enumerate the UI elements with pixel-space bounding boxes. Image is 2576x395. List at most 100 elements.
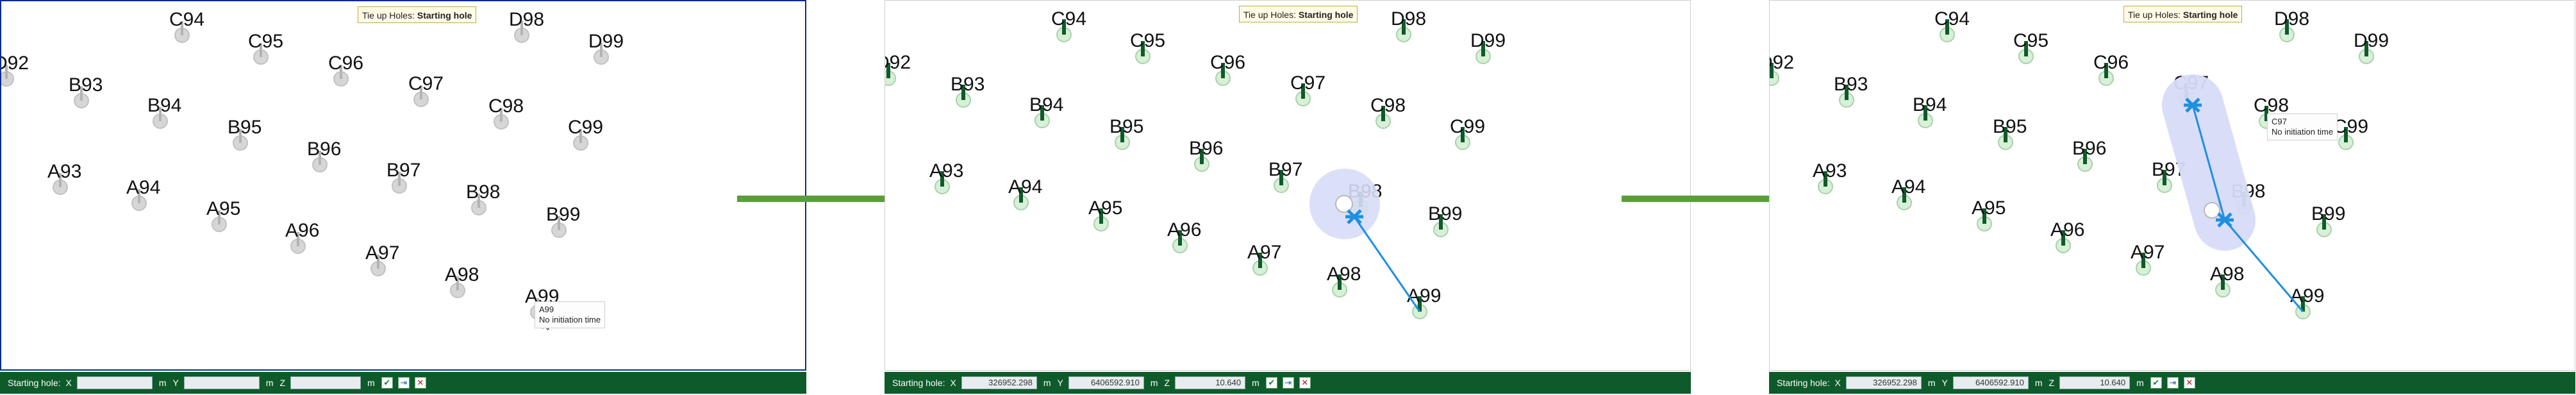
blast-hole[interactable]: A96 — [285, 220, 319, 254]
blast-hole[interactable]: A97 — [365, 242, 399, 276]
blast-hole[interactable]: C98 — [488, 96, 524, 130]
z-field[interactable] — [290, 376, 361, 389]
banner-prefix: Tie up Holes: — [2128, 10, 2181, 20]
blast-hole[interactable]: C99 — [2333, 116, 2368, 150]
blast-hole[interactable]: B96 — [1189, 138, 1223, 172]
blast-hole[interactable]: A95 — [1088, 198, 1122, 231]
blast-hole[interactable]: D98 — [2274, 8, 2309, 42]
x-field[interactable]: 326952.298 — [1845, 376, 1922, 389]
cancel-button[interactable]: ✕ — [2183, 377, 2195, 389]
blast-hole[interactable]: C95 — [2013, 30, 2048, 64]
blast-hole[interactable]: B99 — [546, 204, 580, 238]
blast-hole[interactable]: A95 — [206, 198, 240, 232]
blast-hole[interactable]: C97 — [408, 73, 444, 107]
x-label: X — [1834, 378, 1841, 388]
hole-label: C96 — [328, 53, 363, 74]
blast-hole[interactable]: A94 — [1008, 176, 1042, 210]
blast-hole[interactable]: A96 — [2050, 219, 2084, 253]
blast-hole[interactable]: D92 — [1770, 52, 1794, 86]
hole-label: A97 — [1247, 242, 1281, 263]
hole-label: B96 — [1189, 138, 1223, 159]
blast-hole[interactable]: A98 — [1327, 264, 1361, 298]
blast-hole[interactable]: B99 — [2311, 203, 2345, 237]
blast-hole[interactable]: B93 — [69, 74, 103, 108]
blast-hole[interactable]: A95 — [1972, 198, 2006, 231]
blast-hole[interactable]: A97 — [2131, 242, 2165, 276]
blast-hole[interactable]: D98 — [1391, 8, 1426, 42]
blast-hole[interactable]: B95 — [1993, 116, 2027, 150]
blast-hole[interactable]: D92 — [885, 52, 911, 86]
blast-hole[interactable]: D99 — [1470, 30, 1506, 64]
blast-hole[interactable]: C96 — [328, 53, 363, 87]
blast-hole[interactable]: B99 — [1428, 203, 1462, 237]
z-field[interactable]: 10.640 — [1175, 376, 1246, 389]
blast-hole[interactable]: A97 — [1247, 242, 1281, 276]
cancel-button[interactable]: ✕ — [414, 377, 426, 389]
panel-tie-drawn: A93A94A95A96A97A98A99B93B94B95B96B97B98B… — [1769, 0, 2575, 395]
blast-hole[interactable]: A98 — [445, 264, 479, 298]
hole-label: C94 — [1934, 8, 1970, 29]
blast-hole[interactable]: C94 — [1934, 8, 1970, 42]
blast-hole[interactable]: C96 — [2093, 52, 2129, 86]
hole-label: C95 — [248, 31, 283, 52]
blast-hole[interactable]: D98 — [509, 9, 544, 43]
blast-hole[interactable]: A94 — [1891, 176, 1925, 210]
y-field[interactable] — [183, 376, 260, 389]
blast-hole[interactable]: C97 — [1290, 72, 1325, 106]
panel-before: A93 A94 A95 A96 A97 A98 A99 B93 B94 B95 B96 B97 B98 B… — [0, 0, 806, 395]
x-field[interactable] — [76, 376, 153, 389]
blast-hole[interactable]: A96 — [1167, 219, 1201, 253]
status-label: Starting hole: — [892, 378, 945, 388]
blast-hole[interactable]: B96 — [2072, 138, 2106, 172]
blast-hole[interactable]: B97 — [386, 160, 420, 194]
plot-area[interactable]: A93A94A95A96A97A98A99B93B94B95B96B97B98B… — [0, 0, 806, 371]
blast-hole[interactable]: B93 — [951, 74, 985, 108]
blast-hole[interactable]: C94 — [1051, 8, 1086, 42]
blast-hole[interactable]: C98 — [1370, 95, 1406, 129]
blast-hole[interactable]: B95 — [228, 117, 262, 151]
blast-hole[interactable]: B94 — [1029, 94, 1063, 128]
blast-hole[interactable]: B95 — [1109, 116, 1143, 150]
hole-label: A97 — [365, 242, 399, 264]
tooltip-text: No initiation time — [2272, 127, 2334, 137]
next-button[interactable]: ⇥ — [397, 377, 410, 389]
status-label: Starting hole: — [1777, 378, 1830, 388]
blast-hole[interactable]: A93 — [1813, 160, 1847, 194]
cancel-button[interactable]: ✕ — [1299, 377, 1311, 389]
blast-hole[interactable]: B94 — [147, 95, 181, 129]
hole-label: A96 — [285, 220, 319, 241]
next-button[interactable]: ⇥ — [2166, 377, 2179, 389]
blast-hole[interactable]: A93 — [47, 161, 81, 195]
plot-area[interactable]: A93A94A95A96A97A98A99B93B94B95B96B97B98B… — [885, 0, 1691, 371]
blast-hole[interactable]: A93 — [929, 160, 963, 194]
hole-label: C94 — [169, 9, 204, 30]
blast-hole[interactable]: C99 — [568, 117, 603, 151]
y-field[interactable]: 6406592.910 — [1068, 376, 1144, 389]
blast-hole[interactable]: C99 — [1450, 116, 1485, 150]
x-field[interactable]: 326952.298 — [961, 376, 1037, 389]
accept-button[interactable]: ✔ — [1265, 377, 1277, 389]
blast-hole[interactable]: C95 — [248, 31, 283, 65]
blast-hole[interactable]: D99 — [2354, 30, 2389, 64]
hole-label: A94 — [126, 177, 160, 198]
accept-button[interactable]: ✔ — [381, 377, 393, 389]
blast-hole[interactable]: B93 — [1834, 74, 1868, 108]
blast-hole[interactable]: C95 — [1130, 30, 1165, 64]
blast-hole[interactable]: C96 — [1210, 52, 1245, 86]
blast-hole[interactable]: B96 — [307, 139, 341, 172]
blast-hole[interactable]: A98 — [2210, 264, 2244, 298]
next-button[interactable]: ⇥ — [1282, 377, 1294, 389]
hole-label: B93 — [69, 74, 103, 96]
blast-hole[interactable]: B98 — [466, 181, 500, 215]
blast-hole[interactable]: B97 — [1268, 159, 1302, 193]
blast-hole[interactable]: D99 — [588, 31, 624, 65]
plot-area[interactable]: A93A94A95A96A97A98A99B93B94B95B96B97B98B… — [1769, 0, 2575, 371]
y-field[interactable]: 6406592.910 — [1952, 376, 2029, 389]
accept-button[interactable]: ✔ — [2150, 377, 2162, 389]
hole-label: A93 — [1813, 160, 1847, 181]
z-field[interactable]: 10.640 — [2059, 376, 2131, 389]
blast-hole[interactable]: C94 — [169, 9, 204, 43]
blast-hole[interactable]: A94 — [126, 177, 160, 211]
blast-hole[interactable]: B94 — [1913, 94, 1947, 128]
blast-hole[interactable]: D92 — [1, 53, 29, 87]
